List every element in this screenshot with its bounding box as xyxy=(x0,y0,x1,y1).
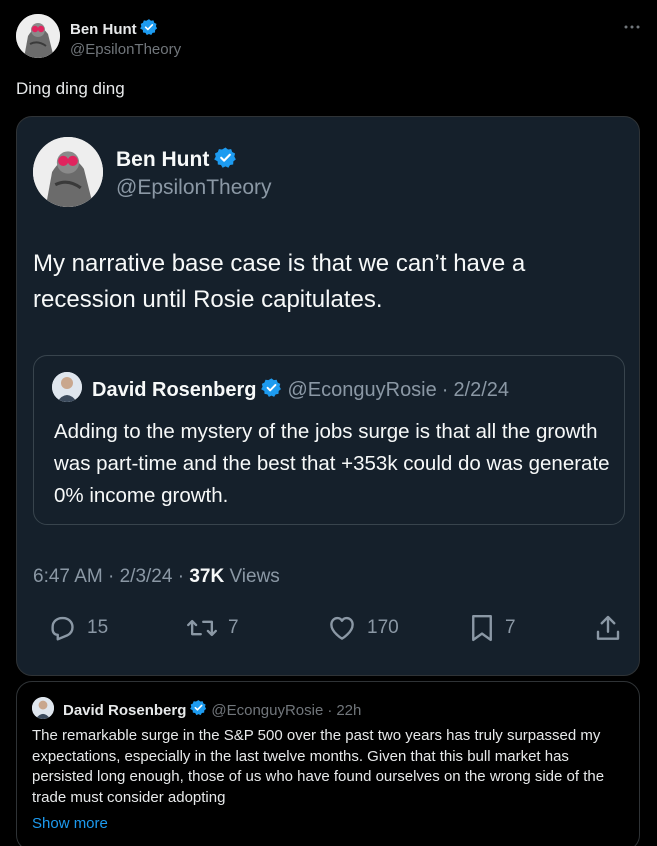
avatar[interactable] xyxy=(32,697,54,719)
separator: · xyxy=(177,566,185,587)
author-handle: @EconguyRosie xyxy=(287,378,437,401)
author-handle[interactable]: @EconguyRosie xyxy=(211,702,323,719)
heart-icon xyxy=(327,613,357,643)
reply-quote-card[interactable]: David Rosenberg @EconguyRosie · 22h The … xyxy=(16,681,640,846)
bookmark-icon xyxy=(469,613,495,643)
like-action: 170 xyxy=(327,613,399,643)
verified-icon xyxy=(190,699,207,721)
author-name: David Rosenberg xyxy=(92,378,257,401)
views-label: Views xyxy=(229,566,280,587)
repost-count: 7 xyxy=(228,617,239,638)
repost-icon xyxy=(186,613,218,643)
views-count: 37K xyxy=(189,566,225,587)
repost-action: 7 xyxy=(186,613,239,643)
bookmark-action: 7 xyxy=(469,613,516,643)
author-name[interactable]: David Rosenberg xyxy=(63,702,186,719)
reply-icon xyxy=(47,613,77,643)
verified-icon xyxy=(139,18,158,41)
reply-count: 15 xyxy=(87,617,109,638)
author-name[interactable]: Ben Hunt xyxy=(70,21,137,38)
separator: · xyxy=(108,566,115,587)
post-time: 6:47 AM xyxy=(33,566,103,587)
post-date: 2/3/24 xyxy=(119,566,173,587)
avatar xyxy=(33,137,103,207)
author-name: Ben Hunt xyxy=(116,148,210,171)
quoted-tweet-card[interactable]: Ben Hunt @EpsilonTheory My narrative bas… xyxy=(16,116,640,676)
action-bar: 15 7 170 7 xyxy=(33,613,625,649)
more-icon[interactable] xyxy=(623,18,641,41)
reply-tweet-text: The remarkable surge in the S&P 500 over… xyxy=(32,727,605,806)
share-icon xyxy=(593,613,623,643)
reply-action: 15 xyxy=(47,613,108,643)
share-action xyxy=(593,613,623,643)
quoted-tweet-text: My narrative base case is that we can’t … xyxy=(33,250,526,313)
verified-icon xyxy=(261,377,282,403)
inner-quote-text: Adding to the mystery of the jobs surge … xyxy=(54,420,610,507)
post-date: 2/2/24 xyxy=(453,378,510,401)
author-handle[interactable]: @EpsilonTheory xyxy=(70,41,181,58)
inner-quote-card: David Rosenberg @EconguyRosie · 2/2/24 A… xyxy=(33,355,625,525)
verified-icon xyxy=(214,146,237,174)
show-more-link[interactable]: Show more xyxy=(32,815,108,832)
like-count: 170 xyxy=(367,617,399,638)
avatar xyxy=(52,372,82,402)
separator: · xyxy=(441,378,449,401)
post-age[interactable]: 22h xyxy=(336,702,361,719)
timestamp: 6:47 AM · 2/3/24 · 37K Views xyxy=(33,566,280,588)
tweet-text: Ding ding ding xyxy=(16,79,125,98)
separator: · xyxy=(327,701,333,719)
bookmark-count: 7 xyxy=(505,617,516,638)
author-handle: @EpsilonTheory xyxy=(116,176,272,199)
avatar[interactable] xyxy=(16,14,60,58)
tweet-header: Ben Hunt @EpsilonTheory xyxy=(16,14,641,62)
